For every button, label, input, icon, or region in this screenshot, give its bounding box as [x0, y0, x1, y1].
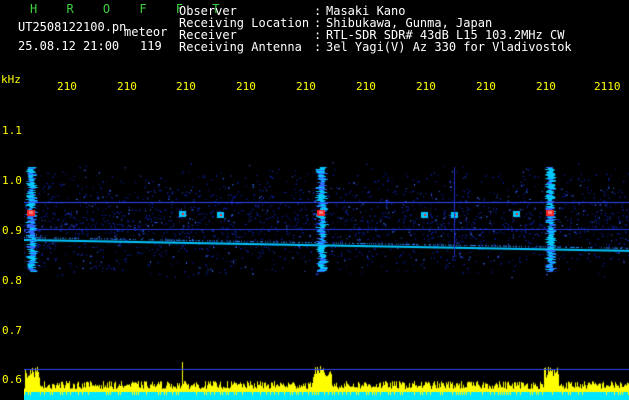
x-tick-label: 210: [296, 80, 316, 93]
mode-label: meteor: [124, 25, 168, 39]
x-tick-label: 2110: [594, 80, 621, 93]
y-tick-label: 0.7: [2, 324, 22, 337]
x-tick-label: 210: [236, 80, 256, 93]
hrofft-window: H R O F F T UT2508122100.pn meteor 25.08…: [0, 0, 629, 400]
count-label: 119: [140, 39, 162, 53]
x-tick-label: 210: [416, 80, 436, 93]
y-tick-label: 1.1: [2, 124, 22, 137]
x-tick-label: 210: [356, 80, 376, 93]
datetime-label: 25.08.12 21:00: [18, 39, 120, 53]
x-tick-label: 210: [57, 80, 77, 93]
antenna-field-label: Receiving Antenna: [179, 40, 302, 54]
spectrogram-plot: [24, 97, 629, 400]
x-tick-label: 210: [536, 80, 556, 93]
y-axis-unit: kHz: [1, 73, 21, 86]
x-tick-label: 210: [176, 80, 196, 93]
y-tick-label: 0.8: [2, 274, 22, 287]
y-tick-label: 0.6: [2, 373, 22, 386]
antenna-value: 3el Yagi(V) Az 330 for Vladivostok: [326, 40, 572, 54]
y-tick-label: 1.0: [2, 174, 22, 187]
y-tick-label: 0.9: [2, 224, 22, 237]
x-tick-label: 210: [117, 80, 137, 93]
antenna-sep: :: [314, 40, 322, 54]
filename-label: UT2508122100.pn: [18, 20, 127, 34]
x-tick-label: 210: [476, 80, 496, 93]
